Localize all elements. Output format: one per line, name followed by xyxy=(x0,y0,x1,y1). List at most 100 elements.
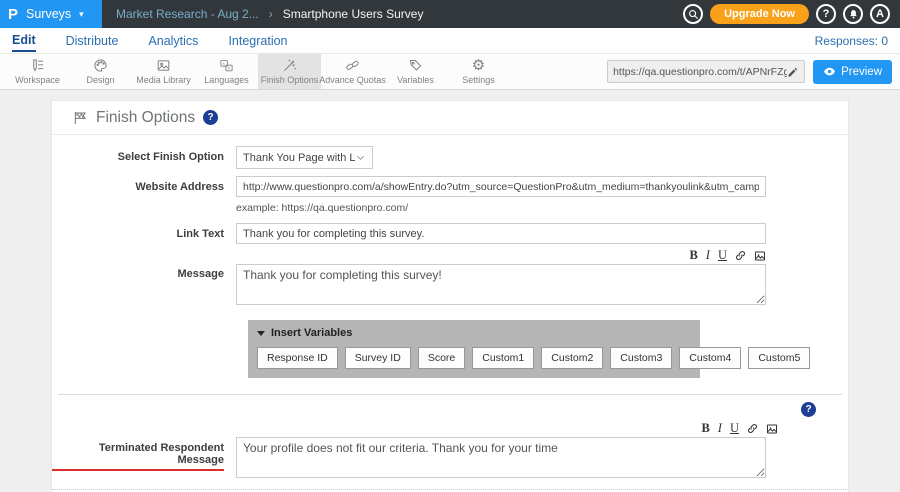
edit-url-pencil-icon[interactable] xyxy=(787,66,799,78)
account-avatar[interactable]: A xyxy=(870,4,890,24)
workspace-icon xyxy=(30,58,45,73)
website-address-row: Website Address example: https://qa.ques… xyxy=(52,176,848,214)
bold-button[interactable]: B xyxy=(689,249,697,262)
question-icon: ? xyxy=(823,8,830,20)
link-text-input[interactable] xyxy=(236,223,766,244)
toolbar-item-label: Design xyxy=(86,75,114,85)
message-row: Message B I U Thank you for completing t… xyxy=(52,248,848,310)
message-richtext-toolbar: B I U xyxy=(236,248,766,263)
tab-edit[interactable]: Edit xyxy=(12,29,36,52)
nav-bar: Edit Distribute Analytics Integration Re… xyxy=(0,28,900,54)
advance-quotas-icon xyxy=(345,58,360,73)
help-button[interactable]: ? xyxy=(816,4,836,24)
search-button[interactable] xyxy=(683,4,703,24)
finish-option-value: Thank You Page with Link xyxy=(243,152,355,164)
survey-url-text: https://qa.questionpro.com/t/APNrFZgQ xyxy=(613,66,787,78)
underline-button[interactable]: U xyxy=(730,422,739,435)
search-icon xyxy=(688,9,699,20)
insert-link-icon[interactable] xyxy=(747,423,758,434)
finish-options-icon xyxy=(282,58,297,73)
toolbar-right: https://qa.questionpro.com/t/APNrFZgQ Pr… xyxy=(607,54,900,89)
terminated-message-label: Terminated Respondent Message xyxy=(52,437,236,478)
finish-option-select[interactable]: Thank You Page with Link xyxy=(236,146,373,169)
website-address-group: example: https://qa.questionpro.com/ xyxy=(236,176,766,214)
variable-custom1[interactable]: Custom1 xyxy=(472,347,534,369)
survey-url-field[interactable]: https://qa.questionpro.com/t/APNrFZgQ xyxy=(607,60,805,83)
toolbar-item-label: Finish Options xyxy=(261,75,319,85)
bold-button[interactable]: B xyxy=(701,422,709,435)
notifications-button[interactable] xyxy=(843,4,863,24)
bell-icon xyxy=(848,9,859,20)
insert-image-icon[interactable] xyxy=(754,250,766,262)
chevron-down-icon xyxy=(355,152,366,163)
svg-text:x: x xyxy=(223,61,226,66)
variable-custom2[interactable]: Custom2 xyxy=(541,347,603,369)
variable-buttons: Response ID Survey ID Score Custom1 Cust… xyxy=(257,347,691,369)
italic-button[interactable]: I xyxy=(706,249,710,262)
card-header: Finish Options ? xyxy=(52,101,848,135)
tab-integration[interactable]: Integration xyxy=(228,30,287,51)
terminated-message-row: Terminated Respondent Message Your profi… xyxy=(52,437,848,478)
link-text-row: Link Text xyxy=(52,223,848,244)
eye-icon xyxy=(823,65,836,78)
insert-variables-panel: Insert Variables Response ID Survey ID S… xyxy=(248,320,700,378)
svg-text:A: A xyxy=(228,66,231,71)
terminated-message-textarea[interactable]: Your profile does not fit our criteria. … xyxy=(236,437,766,478)
finish-options-card: Finish Options ? Select Finish Option Th… xyxy=(51,100,849,492)
upgrade-now-button[interactable]: Upgrade Now xyxy=(710,4,809,24)
toolbar-item-design[interactable]: Design xyxy=(69,54,132,89)
variable-custom3[interactable]: Custom3 xyxy=(610,347,672,369)
toolbar-item-settings[interactable]: ⚙ Settings xyxy=(447,54,510,89)
variable-score[interactable]: Score xyxy=(418,347,465,369)
variable-survey-id[interactable]: Survey ID xyxy=(345,347,411,369)
toolbar-item-label: Variables xyxy=(397,75,434,85)
toolbar-item-variables[interactable]: Variables xyxy=(384,54,447,89)
preview-button[interactable]: Preview xyxy=(813,60,892,84)
italic-button[interactable]: I xyxy=(718,422,722,435)
toolbar-item-label: Media Library xyxy=(136,75,191,85)
tab-analytics[interactable]: Analytics xyxy=(148,30,198,51)
finish-option-row: Select Finish Option Thank You Page with… xyxy=(52,146,848,169)
terminated-help-icon[interactable]: ? xyxy=(801,402,816,417)
design-icon xyxy=(93,58,108,73)
website-address-label: Website Address xyxy=(52,176,236,214)
breadcrumb-survey-name: Smartphone Users Survey xyxy=(283,7,424,21)
dotted-divider xyxy=(52,489,848,490)
terminated-help-row: ? xyxy=(52,402,848,417)
media-library-icon xyxy=(156,58,171,73)
toolbar-item-media-library[interactable]: Media Library xyxy=(132,54,195,89)
responses-count[interactable]: Responses: 0 xyxy=(815,34,888,48)
message-label: Message xyxy=(52,248,236,310)
underline-button[interactable]: U xyxy=(718,249,727,262)
finish-options-help-icon[interactable]: ? xyxy=(203,110,218,125)
insert-variables-toggle[interactable]: Insert Variables xyxy=(257,327,691,339)
message-textarea[interactable]: Thank you for completing this survey! xyxy=(236,264,766,305)
toolbar-item-languages[interactable]: xA Languages xyxy=(195,54,258,89)
toolbar-item-label: Advance Quotas xyxy=(319,75,386,85)
toolbar-item-label: Languages xyxy=(204,75,249,85)
message-editor: B I U Thank you for completing this surv… xyxy=(236,248,766,310)
avatar-letter: A xyxy=(876,8,884,20)
variable-custom4[interactable]: Custom4 xyxy=(679,347,741,369)
variable-response-id[interactable]: Response ID xyxy=(257,347,338,369)
insert-image-icon[interactable] xyxy=(766,423,778,435)
toolbar-item-workspace[interactable]: Workspace xyxy=(6,54,69,89)
website-example-hint: example: https://qa.questionpro.com/ xyxy=(236,202,766,214)
finish-option-label: Select Finish Option xyxy=(52,146,236,169)
breadcrumb: Market Research - Aug 2... › Smartphone … xyxy=(116,7,423,21)
section-divider xyxy=(58,394,842,395)
toolbar-item-advance-quotas[interactable]: Advance Quotas xyxy=(321,54,384,89)
variables-icon xyxy=(408,58,423,73)
languages-icon: xA xyxy=(219,58,234,73)
product-switcher[interactable]: P Surveys ▾ xyxy=(0,0,102,28)
top-bar: P Surveys ▾ Market Research - Aug 2... ›… xyxy=(0,0,900,28)
breadcrumb-folder[interactable]: Market Research - Aug 2... xyxy=(116,7,259,21)
terminated-richtext-toolbar-wrap: B I U xyxy=(248,421,849,436)
website-address-input[interactable] xyxy=(236,176,766,197)
tab-distribute[interactable]: Distribute xyxy=(66,30,119,51)
insert-link-icon[interactable] xyxy=(735,250,746,261)
edit-toolbar: Workspace Design Media Library xA Langua… xyxy=(0,54,900,90)
page-title: Finish Options xyxy=(96,109,195,127)
toolbar-item-finish-options[interactable]: Finish Options xyxy=(258,54,321,89)
variable-custom5[interactable]: Custom5 xyxy=(748,347,810,369)
